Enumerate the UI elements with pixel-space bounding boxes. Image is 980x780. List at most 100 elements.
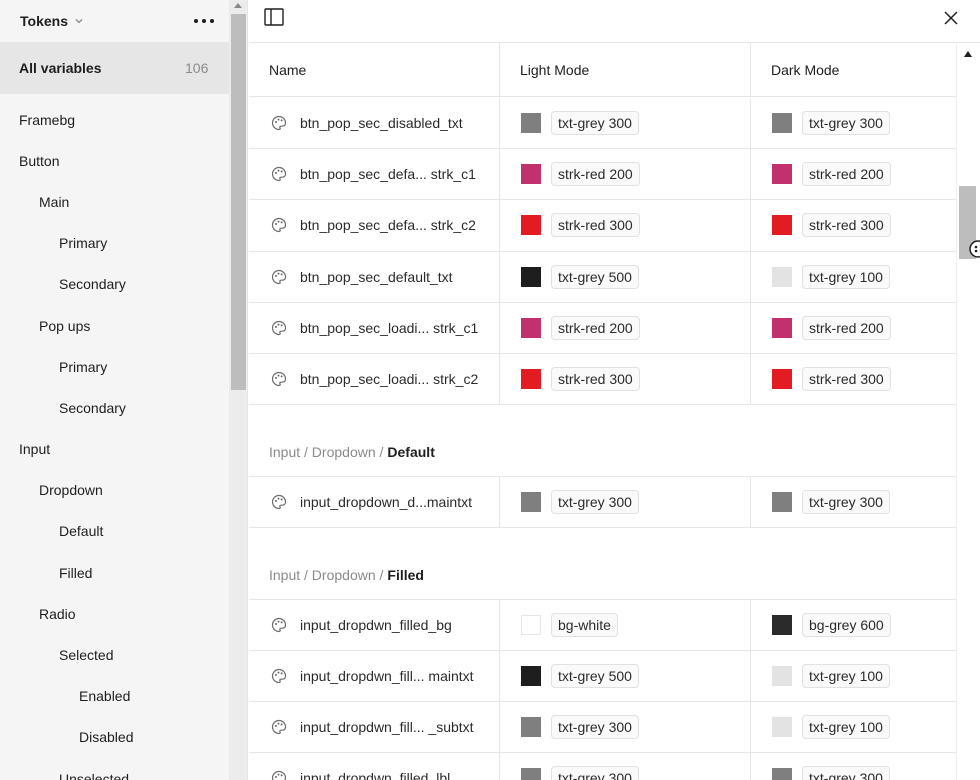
light-mode-value-cell[interactable]: txt-grey 500 (500, 650, 751, 701)
token-chip[interactable]: txt-grey 300 (802, 489, 890, 514)
table-row[interactable]: btn_pop_sec_defa... strk_c2 strk-red 300 s… (249, 200, 956, 252)
dark-mode-value-cell[interactable]: txt-grey 100 (751, 702, 956, 752)
table-row[interactable]: btn_pop_sec_defa... strk_c1 strk-red 200 s… (249, 149, 956, 201)
sidebar-item-all-variables[interactable]: All variables 106 (0, 42, 229, 94)
variable-name-cell[interactable]: btn_pop_sec_defa... strk_c1 (249, 149, 500, 200)
token-chip[interactable]: txt-grey 100 (802, 264, 890, 289)
variable-name-cell[interactable]: btn_pop_sec_loadi... strk_c1 (249, 302, 500, 353)
token-chip[interactable]: strk-red 200 (551, 315, 640, 340)
sidebar-item[interactable]: Secondary (0, 264, 229, 305)
sidebar-item[interactable]: Framebg (0, 99, 229, 140)
token-chip[interactable]: txt-grey 300 (551, 489, 639, 514)
dark-mode-value-cell[interactable]: txt-grey 300 (751, 98, 956, 148)
table-row[interactable]: input_dropdwn_filled_lbl txt-grey 300 txt-… (249, 753, 956, 780)
table-row[interactable]: btn_pop_sec_loadi... strk_c2 strk-red 300… (249, 353, 956, 406)
sidebar-item[interactable]: Primary (0, 223, 229, 264)
token-chip[interactable]: txt-grey 300 (551, 766, 639, 780)
color-swatch (772, 665, 792, 686)
sidebar-item[interactable]: Secondary (0, 387, 229, 428)
column-header-dark-mode[interactable]: Dark Mode (751, 43, 956, 96)
sidebar-scroll-thumb[interactable] (231, 14, 246, 390)
token-chip[interactable]: strk-red 200 (802, 162, 891, 187)
sidebar-item[interactable]: Main (0, 181, 229, 222)
close-icon[interactable] (943, 10, 959, 26)
group-name: Default (387, 443, 435, 460)
token-chip[interactable]: strk-red 300 (551, 213, 640, 238)
column-header-light-mode[interactable]: Light Mode (500, 43, 751, 96)
sidebar-item-label: Disabled (79, 729, 134, 746)
scroll-up-arrow-icon[interactable] (234, 3, 242, 8)
light-mode-value-cell[interactable]: txt-grey 300 (500, 701, 751, 753)
dark-mode-value-cell[interactable]: strk-red 300 (751, 354, 956, 404)
dark-mode-value-cell[interactable]: bg-grey 600 (751, 600, 956, 650)
sidebar-item[interactable]: Dropdown (0, 470, 229, 511)
sidebar-item[interactable]: Input (0, 429, 229, 470)
variable-name-cell[interactable]: btn_pop_sec_loadi... strk_c2 (249, 353, 500, 405)
sidebar-item[interactable]: Disabled (0, 717, 229, 758)
token-chip[interactable]: strk-red 200 (551, 162, 640, 187)
token-chip[interactable]: txt-grey 100 (802, 663, 890, 688)
table-row[interactable]: btn_pop_sec_disabled_txt txt-grey 300 txt-… (249, 98, 956, 150)
dark-mode-value-cell[interactable]: txt-grey 100 (751, 651, 956, 701)
sidebar-item[interactable]: Pop ups (0, 305, 229, 346)
dark-mode-value-cell[interactable]: txt-grey 300 (751, 753, 956, 780)
light-mode-value-cell[interactable]: strk-red 200 (500, 302, 751, 353)
token-chip[interactable]: strk-red 300 (802, 213, 891, 238)
token-chip[interactable]: txt-grey 500 (551, 663, 639, 688)
sidebar-item[interactable]: Primary (0, 346, 229, 387)
token-chip[interactable]: bg-white (551, 612, 618, 637)
sidebar-item[interactable]: Default (0, 511, 229, 552)
more-icon[interactable] (192, 12, 216, 30)
light-mode-value-cell[interactable]: txt-grey 500 (500, 251, 751, 302)
sidebar-item[interactable]: Enabled (0, 676, 229, 717)
light-mode-value-cell[interactable]: txt-grey 300 (500, 753, 751, 780)
token-chip[interactable]: txt-grey 300 (802, 766, 890, 780)
dark-mode-value-cell[interactable]: txt-grey 100 (751, 252, 956, 302)
variable-name-cell[interactable]: btn_pop_sec_disabled_txt (249, 98, 500, 149)
sidebar-item[interactable]: Filled (0, 552, 229, 593)
dark-mode-value-cell[interactable]: txt-grey 300 (751, 477, 956, 527)
light-mode-value-cell[interactable]: txt-grey 300 (500, 98, 751, 149)
table-row[interactable]: btn_pop_sec_loadi... strk_c1 strk-red 200… (249, 302, 956, 354)
table-scrollbar[interactable] (956, 43, 980, 780)
light-mode-value-cell[interactable]: strk-red 200 (500, 149, 751, 200)
dark-mode-value-cell[interactable]: strk-red 200 (751, 149, 956, 199)
variable-name-cell[interactable]: input_dropdown_d...maintxt (249, 476, 500, 527)
table-row[interactable]: btn_pop_sec_default_txt txt-grey 500 txt-g… (249, 251, 956, 303)
table-row[interactable]: input_dropdwn_fill... maintxt txt-grey 50… (249, 650, 956, 702)
token-chip[interactable]: txt-grey 300 (802, 111, 890, 136)
variable-name-cell[interactable]: input_dropdwn_fill... maintxt (249, 650, 500, 701)
variable-name-cell[interactable]: input_dropdwn_fill... _subtxt (249, 701, 500, 753)
light-mode-value-cell[interactable]: strk-red 300 (500, 353, 751, 405)
table-row[interactable]: input_dropdown_d...maintxt txt-grey 300 tx… (249, 476, 956, 528)
light-mode-value-cell[interactable]: bg-white (500, 599, 751, 650)
sidebar-item[interactable]: Selected (0, 634, 229, 675)
variable-name-cell[interactable]: btn_pop_sec_defa... strk_c2 (249, 200, 500, 251)
token-chip[interactable]: txt-grey 100 (802, 714, 890, 739)
column-header-name[interactable]: Name (249, 43, 500, 96)
dark-mode-value-cell[interactable]: strk-red 200 (751, 303, 956, 353)
scroll-up-arrow-icon[interactable] (964, 51, 972, 57)
variable-name-cell[interactable]: input_dropdwn_filled_lbl (249, 753, 500, 780)
light-mode-value-cell[interactable]: txt-grey 300 (500, 476, 751, 527)
token-chip[interactable]: bg-grey 600 (802, 612, 891, 637)
token-chip[interactable]: strk-red 300 (551, 367, 640, 392)
token-chip[interactable]: strk-red 300 (802, 367, 891, 392)
variable-name-cell[interactable]: btn_pop_sec_default_txt (249, 251, 500, 302)
token-chip[interactable]: txt-grey 300 (551, 714, 639, 739)
sidebar-item[interactable]: Radio (0, 593, 229, 634)
dark-mode-value-cell[interactable]: strk-red 300 (751, 200, 956, 250)
token-chip[interactable]: txt-grey 500 (551, 264, 639, 289)
sidebar-scrollbar[interactable] (229, 0, 247, 780)
token-chip[interactable]: txt-grey 300 (551, 111, 639, 136)
token-chip[interactable]: strk-red 200 (802, 315, 891, 340)
chevron-down-icon[interactable] (74, 16, 84, 26)
light-mode-value-cell[interactable]: strk-red 300 (500, 200, 751, 251)
sidebar-item[interactable]: Button (0, 140, 229, 181)
table-row[interactable]: input_dropdwn_fill... _subtxt txt-grey 30… (249, 701, 956, 754)
table-row[interactable]: input_dropdwn_filled_bg bg-white bg-grey 6… (249, 599, 956, 651)
variable-name-cell[interactable]: input_dropdwn_filled_bg (249, 599, 500, 650)
sidebar-toggle-icon[interactable] (264, 8, 284, 26)
collection-title[interactable]: Tokens (20, 13, 68, 29)
sidebar-item[interactable]: Unselected (0, 758, 229, 780)
